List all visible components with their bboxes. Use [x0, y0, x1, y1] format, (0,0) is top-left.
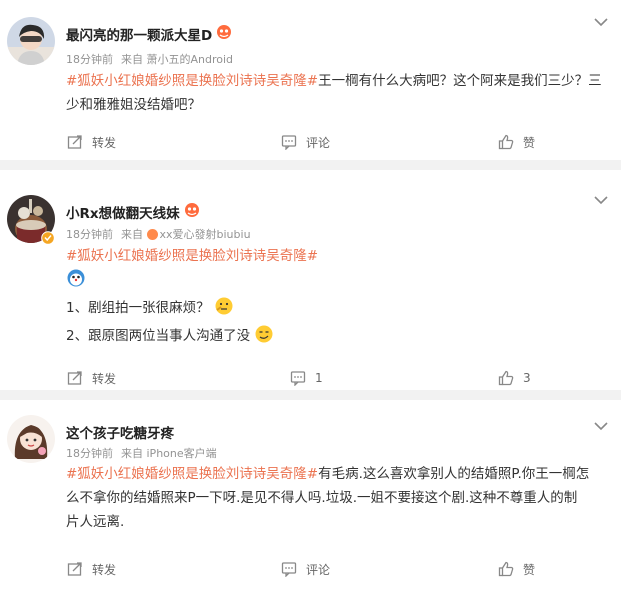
comment-button[interactable]: 评论: [281, 553, 330, 585]
comment-line: 么不拿你的结婚照来P一下呀.是见不得人吗.垃圾.一姐不要接这个剧.这种不尊重人的…: [66, 490, 578, 506]
comment-meta: 18分钟前 来自 萧小五的Android: [66, 51, 233, 67]
source: 萧小五的Android: [146, 53, 234, 66]
username[interactable]: 最闪亮的那一颗派大星D: [66, 24, 212, 44]
chevron-down-icon[interactable]: [593, 416, 609, 435]
comment-text: #狐妖小红娘婚纱照是换脸刘诗诗吴奇隆#王一棡有什么大病吧？这个阿来是我们三少？三…: [66, 69, 605, 117]
chevron-down-icon[interactable]: [593, 12, 609, 31]
thumbs-up-icon: [498, 561, 514, 577]
action-bar: 转发 评论 赞: [0, 553, 621, 585]
hashtag-link[interactable]: #狐妖小红娘婚纱照是换脸刘诗诗吴奇隆#: [66, 248, 318, 264]
avatar[interactable]: [7, 415, 55, 463]
divider: [0, 160, 621, 170]
like-button[interactable]: 赞: [498, 126, 535, 158]
repost-label: 转发: [92, 135, 117, 150]
source: iPhone客户端: [146, 447, 217, 460]
username[interactable]: 这个孩子吃糖牙疼: [66, 422, 174, 442]
hashtag-link[interactable]: #狐妖小红娘婚纱照是换脸刘诗诗吴奇隆#: [66, 466, 318, 482]
action-bar: 转发 评论 赞: [0, 126, 621, 158]
thumbs-up-icon: [498, 134, 514, 150]
sticker-icon: [66, 268, 605, 292]
like-label: 赞: [523, 135, 536, 150]
smirk-emoji-icon: [255, 325, 273, 343]
like-count: 3: [523, 371, 531, 385]
repost-icon: [67, 371, 82, 385]
comment-icon: [281, 562, 297, 577]
comment-count: 1: [315, 371, 323, 385]
hashtag-link[interactable]: #狐妖小红娘婚纱照是换脸刘诗诗吴奇隆#: [66, 73, 318, 89]
source-prefix: 来自: [121, 228, 143, 241]
vip-badge-icon: [183, 202, 201, 222]
comment-button[interactable]: 评论: [281, 126, 330, 158]
source-prefix: 来自: [121, 53, 143, 66]
timestamp: 18分钟前: [66, 228, 113, 241]
action-bar: 转发 1 3: [0, 362, 621, 390]
comment-body: 有毛病.这么喜欢拿别人的结婚照P.你王一棡怎: [318, 466, 590, 482]
thumbs-up-icon: [498, 370, 514, 386]
repost-label: 转发: [92, 562, 117, 577]
thinking-emoji-icon: [215, 297, 233, 315]
username[interactable]: 小Rx想做翻天线妹: [66, 202, 180, 222]
verified-badge-icon: [41, 230, 55, 249]
repost-button[interactable]: 转发: [67, 553, 116, 585]
comment-text: #狐妖小红娘婚纱照是换脸刘诗诗吴奇隆#有毛病.这么喜欢拿别人的结婚照P.你王一棡…: [66, 462, 605, 534]
repost-icon: [67, 135, 82, 149]
comment-label: 评论: [306, 135, 331, 150]
comment-card: 小Rx想做翻天线妹 18分钟前 来自 xx爱心發射biubiu #狐妖小红娘婚纱…: [0, 170, 621, 390]
source: xx爱心發射biubiu: [159, 228, 251, 241]
repost-button[interactable]: 转发: [67, 362, 116, 390]
source-prefix: 来自: [121, 447, 143, 460]
peach-icon: [146, 228, 158, 240]
timestamp: 18分钟前: [66, 53, 113, 66]
like-label: 赞: [523, 562, 536, 577]
repost-label: 转发: [92, 371, 117, 386]
comment-line: 1、剧组拍一张很麻烦？: [66, 300, 210, 316]
repost-button[interactable]: 转发: [67, 126, 116, 158]
comment-icon: [281, 135, 297, 150]
comment-card: 这个孩子吃糖牙疼 18分钟前 来自 iPhone客户端 #狐妖小红娘婚纱照是换脸…: [0, 400, 621, 591]
comment-button[interactable]: 1: [290, 362, 323, 390]
timestamp: 18分钟前: [66, 447, 113, 460]
like-button[interactable]: 3: [498, 362, 531, 390]
comment-text: #狐妖小红娘婚纱照是换脸刘诗诗吴奇隆# 1、剧组拍一张很麻烦？ 2、跟原图两位当…: [66, 244, 605, 348]
comment-card: 最闪亮的那一颗派大星D 18分钟前 来自 萧小五的Android #狐妖小红娘婚…: [0, 0, 621, 160]
comment-label: 评论: [306, 562, 331, 577]
comment-icon: [290, 371, 306, 386]
comment-line: 片人远离.: [66, 514, 125, 530]
avatar[interactable]: [7, 17, 55, 65]
like-button[interactable]: 赞: [498, 553, 535, 585]
comment-meta: 18分钟前 来自 xx爱心發射biubiu: [66, 226, 251, 242]
comment-line: 2、跟原图两位当事人沟通了没: [66, 328, 251, 344]
comment-meta: 18分钟前 来自 iPhone客户端: [66, 445, 217, 461]
divider: [0, 390, 621, 400]
vip-badge-icon: [215, 24, 233, 44]
chevron-down-icon[interactable]: [593, 190, 609, 209]
repost-icon: [67, 562, 82, 576]
